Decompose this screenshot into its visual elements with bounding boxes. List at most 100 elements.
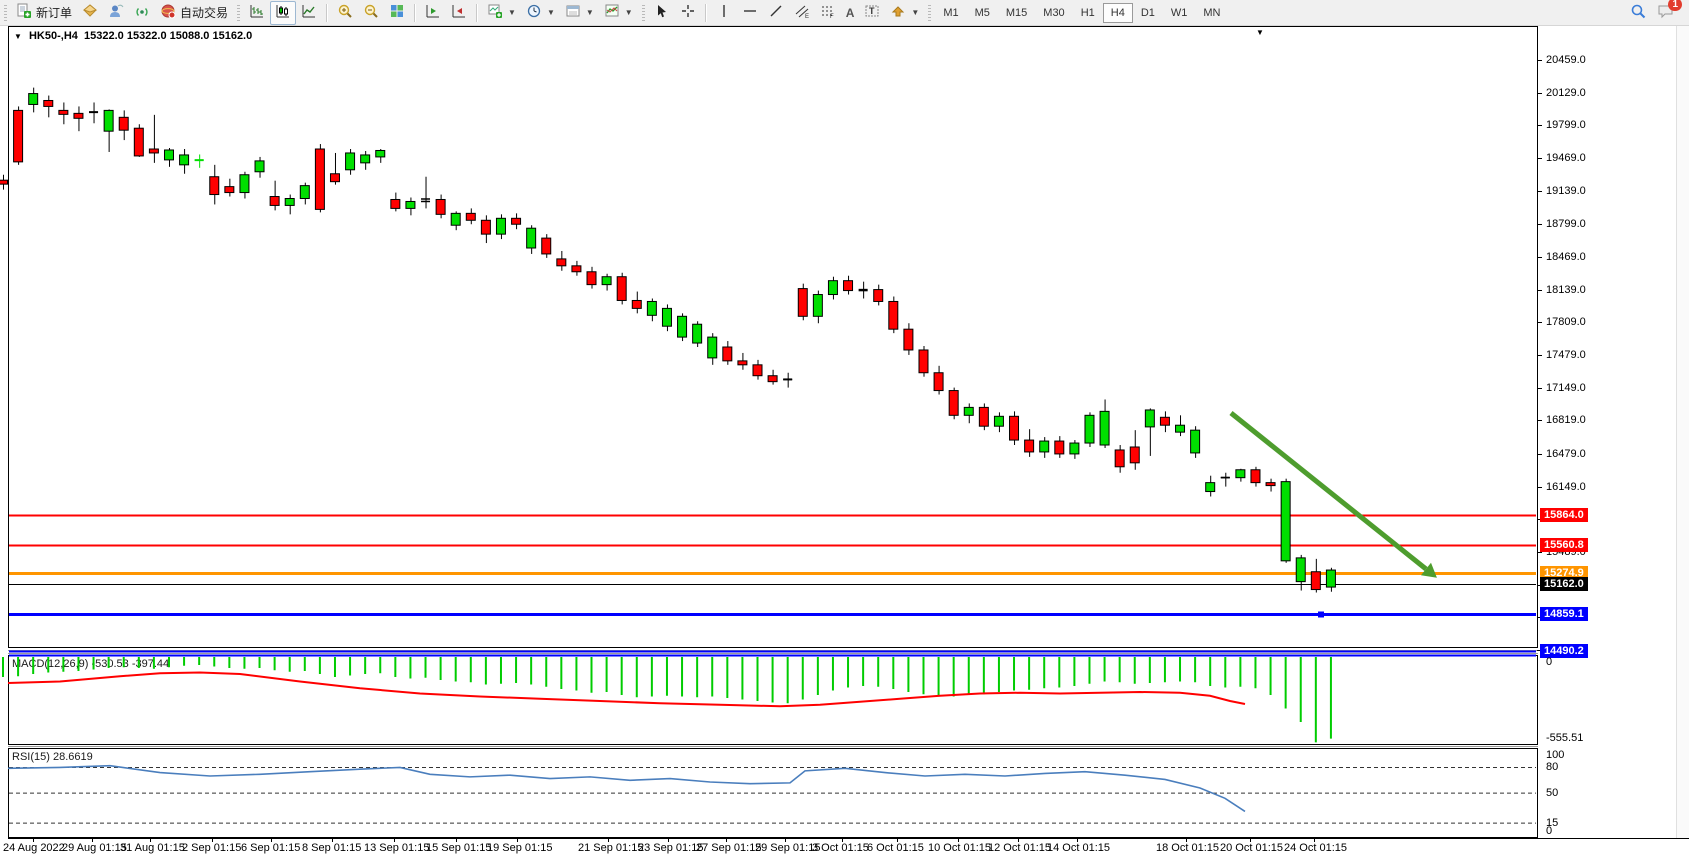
time-axis-label: 6 Oct 01:15 bbox=[867, 842, 924, 854]
timeframe-button-m15[interactable]: M15 bbox=[998, 3, 1035, 23]
svg-text:F: F bbox=[830, 14, 834, 19]
arrows-dropdown[interactable]: ▼ bbox=[885, 1, 924, 25]
time-axis-label: 29 Aug 01:15 bbox=[62, 842, 127, 854]
auto-scroll-icon bbox=[451, 3, 467, 22]
indicators-dropdown[interactable]: ▼ bbox=[599, 1, 638, 25]
time-axis-tick bbox=[668, 838, 669, 842]
indicators-icon bbox=[604, 3, 620, 22]
crosshair-button[interactable] bbox=[675, 1, 701, 25]
price-axis-label: 16149.0 bbox=[1546, 481, 1586, 493]
toolbar-grip[interactable] bbox=[642, 5, 645, 21]
equidistant-channel-button[interactable]: E bbox=[789, 1, 815, 25]
pane-splitter[interactable] bbox=[8, 653, 1538, 654]
fibonacci-icon: F bbox=[820, 3, 836, 22]
price-axis-label: 17149.0 bbox=[1546, 382, 1586, 394]
time-axis-label: 15 Sep 01:15 bbox=[426, 842, 491, 854]
vertical-line-button[interactable] bbox=[711, 1, 737, 25]
new-order-button[interactable]: 新订单 bbox=[11, 1, 77, 25]
timeframe-button-m5[interactable]: M5 bbox=[967, 3, 998, 23]
collapse-triangle-icon[interactable]: ▼ bbox=[14, 32, 22, 41]
signal-button[interactable] bbox=[129, 1, 155, 25]
macd-label: MACD(12,26,9) -530.53 -397.44 bbox=[12, 658, 169, 670]
window-right-edge bbox=[1676, 26, 1689, 862]
timeframe-button-h1[interactable]: H1 bbox=[1073, 3, 1103, 23]
candlestick-chart-button[interactable] bbox=[270, 1, 296, 25]
rsi-pane[interactable] bbox=[8, 748, 1538, 838]
auto-trading-icon bbox=[160, 3, 176, 22]
profiles-dropdown[interactable]: ▼ bbox=[521, 1, 560, 25]
time-axis-tick bbox=[212, 838, 213, 842]
timeframe-button-h4[interactable]: H4 bbox=[1103, 3, 1133, 23]
time-axis-label: 8 Sep 01:15 bbox=[302, 842, 361, 854]
zoom-out-button[interactable] bbox=[358, 1, 384, 25]
symbol-period-label: HK50-,H4 bbox=[29, 30, 78, 42]
timeframe-button-m30[interactable]: M30 bbox=[1035, 3, 1072, 23]
main-chart-pane[interactable] bbox=[8, 26, 1538, 648]
toolbar-grip[interactable] bbox=[928, 5, 931, 21]
notifications-chat-icon[interactable]: 1 bbox=[1657, 3, 1675, 22]
bar-chart-button[interactable] bbox=[244, 1, 270, 25]
time-axis-label: 3 Oct 01:15 bbox=[812, 842, 869, 854]
time-axis-label: 18 Oct 01:15 bbox=[1156, 842, 1219, 854]
chart-corner-marker-icon: ▼ bbox=[1256, 28, 1264, 37]
price-axis-tick bbox=[1537, 93, 1542, 94]
chart-shift-button[interactable] bbox=[420, 1, 446, 25]
toolbar-separator bbox=[705, 4, 707, 22]
bar-chart-icon bbox=[249, 3, 265, 22]
timeframe-button-w1[interactable]: W1 bbox=[1163, 3, 1196, 23]
line-chart-button[interactable] bbox=[296, 1, 322, 25]
cursor-button[interactable] bbox=[649, 1, 675, 25]
toolbar-grip[interactable] bbox=[237, 5, 240, 21]
new-order-label: 新订单 bbox=[36, 4, 72, 21]
text-button[interactable]: A bbox=[841, 1, 860, 25]
price-axis-label: 20459.0 bbox=[1546, 54, 1586, 66]
pane-splitter[interactable] bbox=[8, 746, 1538, 747]
fibonacci-button[interactable]: F bbox=[815, 1, 841, 25]
toolbar-grip[interactable] bbox=[4, 5, 7, 21]
macd-pane[interactable] bbox=[8, 655, 1538, 745]
market-watch-button[interactable] bbox=[77, 1, 103, 25]
auto-trading-button[interactable]: 自动交易 bbox=[155, 1, 233, 25]
tile-windows-button[interactable] bbox=[384, 1, 410, 25]
templates-dropdown[interactable]: ▼ bbox=[560, 1, 599, 25]
price-axis-label: 16479.0 bbox=[1546, 448, 1586, 460]
profile-button[interactable] bbox=[103, 1, 129, 25]
template-icon bbox=[565, 3, 581, 22]
chart-title: ▼ HK50-,H4 15322.0 15322.0 15088.0 15162… bbox=[14, 30, 252, 42]
tile-windows-icon bbox=[389, 3, 405, 22]
pane-splitter[interactable] bbox=[8, 650, 1538, 651]
trendline-button[interactable] bbox=[763, 1, 789, 25]
new-chart-dropdown[interactable]: ▼ bbox=[482, 1, 521, 25]
profile-icon bbox=[108, 3, 124, 22]
horizontal-line-button[interactable] bbox=[737, 1, 763, 25]
toolbar-separator bbox=[414, 4, 416, 22]
price-tag-14859.1: 14859.1 bbox=[1540, 607, 1588, 621]
time-axis-tick bbox=[1314, 838, 1315, 842]
timeframe-button-d1[interactable]: D1 bbox=[1133, 3, 1163, 23]
price-axis-tick bbox=[1537, 125, 1542, 126]
auto-scroll-button[interactable] bbox=[446, 1, 472, 25]
time-axis[interactable]: 24 Aug 202229 Aug 01:1531 Aug 01:152 Sep… bbox=[0, 838, 1689, 862]
price-axis-tick bbox=[1537, 224, 1542, 225]
chevron-down-icon: ▼ bbox=[911, 8, 919, 17]
timeframe-button-m1[interactable]: M1 bbox=[935, 3, 966, 23]
time-axis-tick bbox=[608, 838, 609, 842]
time-axis-label: 20 Oct 01:15 bbox=[1220, 842, 1283, 854]
price-axis-tick bbox=[1537, 420, 1542, 421]
timeframe-button-mn[interactable]: MN bbox=[1195, 3, 1228, 23]
time-axis-tick bbox=[897, 838, 898, 842]
price-axis-tick bbox=[1537, 454, 1542, 455]
search-icon[interactable] bbox=[1630, 3, 1647, 23]
text-label-button[interactable]: T bbox=[859, 1, 885, 25]
macd-axis-label: 0 bbox=[1546, 656, 1552, 668]
price-axis-tick bbox=[1537, 290, 1542, 291]
chevron-down-icon: ▼ bbox=[547, 8, 555, 17]
time-axis-tick bbox=[842, 838, 843, 842]
time-axis-label: 2 Sep 01:15 bbox=[182, 842, 241, 854]
time-axis-tick bbox=[1018, 838, 1019, 842]
time-axis-tick bbox=[726, 838, 727, 842]
zoom-in-button[interactable] bbox=[332, 1, 358, 25]
time-axis-tick bbox=[271, 838, 272, 842]
ohlc-values: 15322.0 15322.0 15088.0 15162.0 bbox=[84, 30, 252, 42]
line-chart-icon bbox=[301, 3, 317, 22]
